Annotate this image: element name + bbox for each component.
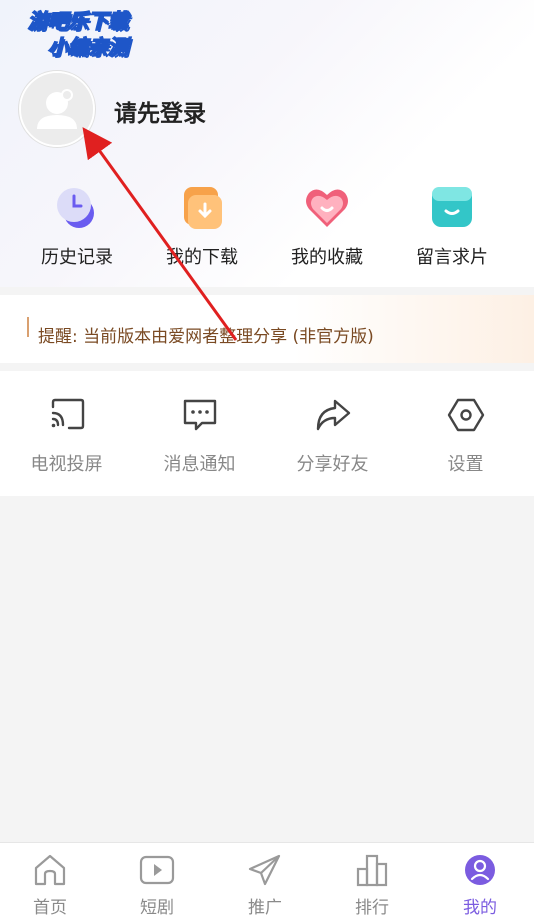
quick-action-label: 留言求片 <box>416 247 488 268</box>
tab-ranking[interactable]: 排行 <box>319 851 425 915</box>
video-play-icon <box>139 855 175 885</box>
login-prompt[interactable]: 请先登录 <box>114 94 206 128</box>
tool-label: 电视投屏 <box>30 454 103 475</box>
quick-action-label: 历史记录 <box>41 247 113 268</box>
tool-messages[interactable]: 消息通知 <box>133 395 266 476</box>
tab-label: 排行 <box>355 898 389 915</box>
message-bubble-icon <box>183 399 216 431</box>
watermark-logo: 游吧乐下载 小编亲测 <box>8 8 148 64</box>
avatar[interactable] <box>19 71 95 147</box>
tab-label: 首页 <box>33 898 67 915</box>
tab-promotion[interactable]: 推广 <box>212 851 318 915</box>
send-plane-icon <box>248 854 281 886</box>
quick-action-download[interactable]: 我的下载 <box>142 183 262 269</box>
share-icon <box>316 399 350 431</box>
tab-label: 我的 <box>463 898 497 915</box>
tab-label: 短剧 <box>140 898 174 915</box>
tool-share[interactable]: 分享好友 <box>266 395 399 476</box>
message-request-icon <box>432 187 472 227</box>
download-icon <box>184 187 222 229</box>
home-icon <box>34 854 66 886</box>
quick-action-history[interactable]: 历史记录 <box>17 183 137 269</box>
tool-label: 消息通知 <box>163 454 236 475</box>
quick-action-request[interactable]: 留言求片 <box>392 183 512 269</box>
tab-short-drama[interactable]: 短剧 <box>104 851 210 915</box>
cast-screen-icon <box>51 398 84 430</box>
favorite-heart-icon <box>306 189 348 227</box>
bottom-tab-bar: 首页 短剧 推广 排行 我的 <box>0 842 534 915</box>
tool-label: 分享好友 <box>296 454 369 475</box>
quick-action-favorites[interactable]: 我的收藏 <box>267 183 387 269</box>
history-clock-icon <box>57 188 94 228</box>
tools-panel: 电视投屏 消息通知 分享好友 设置 <box>0 371 534 496</box>
ranking-bars-icon <box>356 854 388 887</box>
tool-tv-cast[interactable]: 电视投屏 <box>0 395 133 476</box>
quick-action-label: 我的收藏 <box>291 247 363 268</box>
tab-home[interactable]: 首页 <box>0 851 103 915</box>
quick-action-label: 我的下载 <box>166 247 238 268</box>
notice-text: 提醒: 当前版本由爱网者整理分享 (非官方版) <box>38 327 374 347</box>
tool-label: 设置 <box>447 454 484 475</box>
notice-accent-bar <box>27 317 29 337</box>
tool-settings[interactable]: 设置 <box>399 395 532 476</box>
user-profile-icon <box>465 855 495 885</box>
tab-mine[interactable]: 我的 <box>427 851 533 915</box>
settings-hexagon-icon <box>447 398 484 432</box>
notice-banner: 提醒: 当前版本由爱网者整理分享 (非官方版) <box>0 295 534 363</box>
watermark-line-2: 小编亲测 <box>47 34 129 60</box>
watermark-line-1: 游吧乐下载 <box>27 8 129 34</box>
tab-label: 推广 <box>248 898 282 915</box>
